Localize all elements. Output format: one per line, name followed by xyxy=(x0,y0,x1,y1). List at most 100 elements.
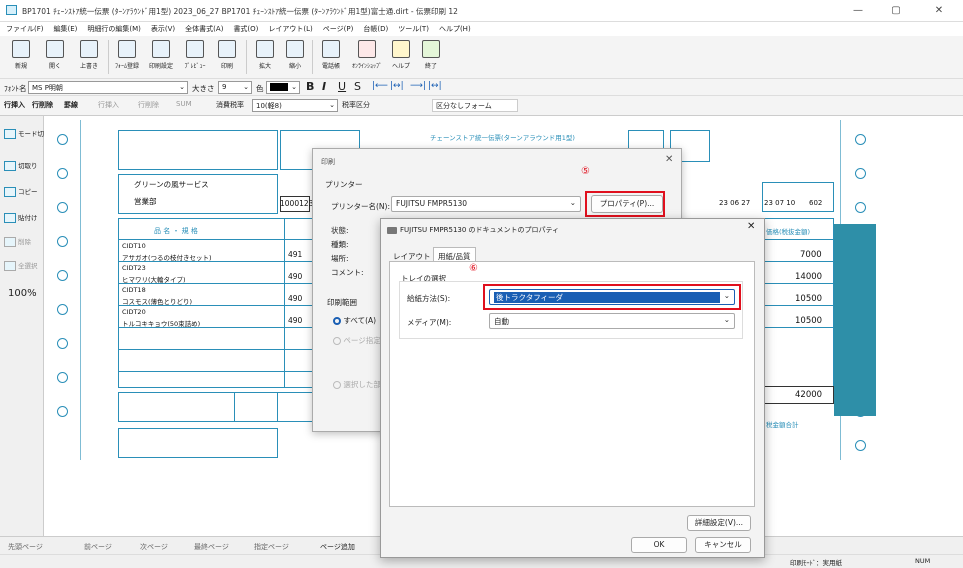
underline-button[interactable]: U xyxy=(338,80,346,93)
first-page-button[interactable]: 先頭ページ xyxy=(8,542,43,552)
properties-dialog-title: FUJITSU FMPR5130 のドキュメントのプロパティ xyxy=(387,225,559,235)
cancel-button[interactable]: キャンセル xyxy=(695,537,751,553)
main-toolbar: 新規 開く 上書き ﾌｫｰﾑ登録 印刷設定 ﾌﾟﾚﾋﾞｭｰ 印刷 拡大 縮小 電… xyxy=(0,36,963,79)
close-icon[interactable]: ✕ xyxy=(665,154,673,165)
prev-page-button[interactable]: 前ページ xyxy=(84,542,112,552)
next-page-button[interactable]: 次ページ xyxy=(140,542,168,552)
table-line xyxy=(762,261,834,262)
menu-row-edit[interactable]: 明細行の編集(M) xyxy=(87,24,141,34)
italic-button[interactable]: I xyxy=(322,80,326,93)
item-price: 10500 xyxy=(795,294,823,304)
row-toolbar: 行挿入 行削除 罫線 行挿入 行削除 SUM 消費税率 10(軽8) ⌄ 税率区分… xyxy=(0,96,963,116)
phonebook-icon xyxy=(322,40,340,58)
table-line xyxy=(762,283,834,284)
help-button[interactable]: ヘルプ xyxy=(386,38,416,76)
radio-checked-icon xyxy=(333,317,341,325)
menu-layout[interactable]: レイアウト(L) xyxy=(268,24,312,34)
menu-edit[interactable]: 編集(E) xyxy=(54,24,78,34)
teal-band xyxy=(834,224,876,416)
zoom-out-button[interactable]: 縮小 xyxy=(280,38,310,76)
menu-format[interactable]: 書式(O) xyxy=(233,24,258,34)
feed-hole xyxy=(57,202,68,213)
online-shop-button[interactable]: ｵﾝﾗｲﾝｼｮｯﾌﾟ xyxy=(352,38,382,76)
phonebook-button[interactable]: 電話帳 xyxy=(316,38,346,76)
print-all-radio[interactable]: すべて(A) xyxy=(333,315,376,326)
sum-button[interactable]: SUM xyxy=(176,100,192,108)
printer-icon xyxy=(387,226,397,234)
menu-file[interactable]: ファイル(F) xyxy=(6,24,44,34)
mode-switch-button[interactable]: モード切替 xyxy=(4,128,51,139)
printer-name-select[interactable]: FUJITSU FMPR5130 ⌄ xyxy=(391,196,581,212)
table-line xyxy=(762,327,834,328)
form-header-title: チェーンストア統一伝票(ターンアラウンド用1型) xyxy=(430,134,575,142)
feed-hole xyxy=(855,168,866,179)
print-pages-radio[interactable]: ページ指定 xyxy=(333,335,381,346)
last-page-button[interactable]: 最終ページ xyxy=(194,542,229,552)
goto-page-button[interactable]: 指定ページ xyxy=(254,542,289,552)
menu-global-format[interactable]: 全体書式(A) xyxy=(185,24,223,34)
table-line xyxy=(284,218,285,388)
preview-button[interactable]: ﾌﾟﾚﾋﾞｭｰ xyxy=(180,38,210,76)
paste-button[interactable]: 貼付け xyxy=(4,212,42,223)
form-type-select[interactable]: 区分なしフォーム xyxy=(432,99,518,112)
delete-button[interactable]: 削除 xyxy=(4,236,42,247)
row-insert-button[interactable]: 行挿入 xyxy=(4,100,25,110)
toolbar-divider xyxy=(246,40,247,74)
align-left-icon[interactable]: |⟵ xyxy=(372,81,388,91)
select-all-button[interactable]: 全選択 xyxy=(4,260,42,271)
preview-icon xyxy=(186,40,204,58)
mode-switch-icon xyxy=(4,129,16,139)
menu-view[interactable]: 表示(V) xyxy=(151,24,175,34)
open-button[interactable]: 開く xyxy=(40,38,70,76)
row-delete2-button[interactable]: 行削除 xyxy=(138,100,159,110)
item-number: 491 xyxy=(288,250,303,259)
save-button[interactable]: 上書き xyxy=(74,38,104,76)
zoom-in-icon xyxy=(256,40,274,58)
tax-rate-select[interactable]: 10(軽8) ⌄ xyxy=(252,99,338,112)
step-five-marker: ⑤ xyxy=(581,166,590,177)
menu-ledger[interactable]: 台帳(D) xyxy=(363,24,388,34)
font-name-label: ﾌｫﾝﾄ名 xyxy=(4,84,27,93)
menu-tools[interactable]: ツール(T) xyxy=(398,24,429,34)
color-select[interactable]: ⌄ xyxy=(266,81,300,94)
chevron-down-icon: ⌄ xyxy=(291,83,297,91)
row-insert2-button[interactable]: 行挿入 xyxy=(98,100,119,110)
item-column-header: 品 名 ・ 規 格 xyxy=(154,227,198,235)
radio-unchecked-icon xyxy=(333,381,341,389)
media-select[interactable]: 自動 ⌄ xyxy=(489,313,735,329)
font-name-select[interactable]: MS P明朝 ⌄ xyxy=(28,81,188,94)
align-center-icon[interactable]: |↔| xyxy=(390,81,404,91)
tax-rate-label: 消費税率 xyxy=(216,101,244,109)
printer-icon xyxy=(218,40,236,58)
feed-hole xyxy=(57,236,68,247)
zoom-in-button[interactable]: 拡大 xyxy=(250,38,280,76)
exit-button[interactable]: 終了 xyxy=(416,38,446,76)
menu-page[interactable]: ページ(P) xyxy=(323,24,354,34)
print-button[interactable]: 印刷 xyxy=(212,38,242,76)
add-page-button[interactable]: ページ追加 xyxy=(320,542,355,552)
close-button[interactable]: ✕ xyxy=(924,3,954,19)
minimize-button[interactable]: — xyxy=(843,3,873,19)
bold-button[interactable]: B xyxy=(306,80,314,93)
new-button[interactable]: 新規 xyxy=(6,38,36,76)
form-box xyxy=(118,130,278,170)
ruled-line-button[interactable]: 罫線 xyxy=(64,100,78,110)
row-delete-button[interactable]: 行削除 xyxy=(32,100,53,110)
advanced-button[interactable]: 詳細設定(V)... xyxy=(687,515,751,531)
form-register-button[interactable]: ﾌｫｰﾑ登録 xyxy=(112,38,142,76)
copy-button[interactable]: コピー xyxy=(4,186,42,197)
print-dialog-title: 印刷 xyxy=(321,158,335,166)
close-icon[interactable]: ✕ xyxy=(747,221,755,232)
maximize-button[interactable]: ▢ xyxy=(881,3,911,19)
menu-help[interactable]: ヘルプ(H) xyxy=(439,24,471,34)
print-settings-button[interactable]: 印刷設定 xyxy=(146,38,176,76)
highlight-properties xyxy=(585,191,665,217)
cut-button[interactable]: 切取り xyxy=(4,160,42,171)
ok-button[interactable]: OK xyxy=(631,537,687,553)
font-size-select[interactable]: 9 ⌄ xyxy=(218,81,252,94)
online-shop-icon xyxy=(358,40,376,58)
align-justify-icon[interactable]: |↔| xyxy=(428,81,442,91)
strike-button[interactable]: S xyxy=(354,80,361,93)
item-code: CIDT10 xyxy=(122,242,146,250)
align-right-icon[interactable]: ⟶| xyxy=(410,81,426,91)
